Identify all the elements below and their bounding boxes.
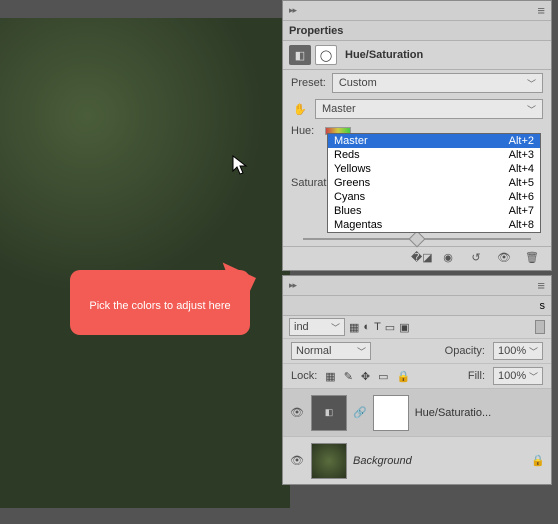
filter-kind-select[interactable]: ind ﹀ <box>289 318 345 336</box>
preset-label: Preset: <box>291 77 326 89</box>
filter-kind-value: ind <box>294 321 309 333</box>
layer-row[interactable]: 👁 Background 🔒 <box>283 436 551 484</box>
adjustment-icon[interactable]: ◧ <box>289 45 311 65</box>
blend-mode-select[interactable]: Normal ﹀ <box>291 342 371 360</box>
blend-row: Normal ﹀ Opacity: 100% ﹀ <box>283 338 551 363</box>
opacity-select[interactable]: 100% ﹀ <box>493 342 543 360</box>
opacity-label: Opacity: <box>445 345 485 357</box>
chevron-down-icon: ﹀ <box>529 345 538 358</box>
color-range-option[interactable]: YellowsAlt+4 <box>328 162 540 176</box>
layers-tab-label: s <box>540 300 546 312</box>
lock-label: Lock: <box>291 370 317 382</box>
adjustment-header: ◧ ◯ Hue/Saturation <box>283 41 551 70</box>
chevron-down-icon: ﹀ <box>331 321 340 334</box>
color-range-option[interactable]: GreensAlt+5 <box>328 176 540 190</box>
color-range-option[interactable]: MagentasAlt+8 <box>328 218 540 232</box>
hue-label: Hue: <box>291 125 319 137</box>
lock-row: Lock: ▦ ✎ ✥ ▭ 🔒 Fill: 100% ﹀ <box>283 363 551 388</box>
lock-artboard-icon[interactable]: ▭ <box>378 370 388 383</box>
fill-value: 100% <box>498 370 526 382</box>
scrubby-hand-icon[interactable]: ✋ <box>291 100 309 118</box>
slider-thumb-icon[interactable] <box>409 231 426 248</box>
collapse-icon[interactable]: ▸▸ <box>289 280 296 291</box>
properties-panel: ▸▸ ≡ Properties ◧ ◯ Hue/Saturation Prese… <box>282 0 552 271</box>
color-range-value: Master <box>322 103 356 115</box>
lock-all-icon[interactable]: 🔒 <box>397 370 411 383</box>
lock-paint-icon[interactable]: ✎ <box>344 370 353 383</box>
lock-position-icon[interactable]: ✥ <box>361 370 370 383</box>
panel-menu-icon[interactable]: ≡ <box>537 278 545 293</box>
adjustment-thumb-icon[interactable]: ◧ <box>311 395 347 431</box>
collapse-icon[interactable]: ▸▸ <box>289 5 296 16</box>
adjustment-name: Hue/Saturation <box>345 49 423 61</box>
chevron-down-icon: ﹀ <box>529 370 538 383</box>
layer-name[interactable]: Hue/Saturatio... <box>415 407 545 419</box>
filter-shape-icon[interactable]: ▭ <box>385 321 395 334</box>
color-range-dropdown: MasterAlt+2RedsAlt+3YellowsAlt+4GreensAl… <box>327 133 541 233</box>
filter-type-icon[interactable]: T <box>374 321 381 333</box>
view-previous-icon[interactable]: ◉ <box>439 251 457 264</box>
panel-footer: �◪ ◉ ↺ 👁 🗑 <box>283 246 551 270</box>
preset-select[interactable]: Custom ﹀ <box>332 73 543 93</box>
fill-label: Fill: <box>468 370 485 382</box>
link-icon[interactable]: 🔗 <box>353 406 367 419</box>
visibility-icon[interactable]: 👁 <box>289 406 305 419</box>
panel-menu-icon[interactable]: ≡ <box>537 3 545 18</box>
chevron-down-icon: ﹀ <box>357 345 366 358</box>
visibility-icon[interactable]: 👁 <box>289 454 305 467</box>
preset-row: Preset: Custom ﹀ <box>283 70 551 96</box>
mask-icon[interactable]: ◯ <box>315 45 337 65</box>
layers-titlebar: ▸▸ ≡ <box>283 276 551 296</box>
fill-select[interactable]: 100% ﹀ <box>493 367 543 385</box>
opacity-value: 100% <box>498 345 526 357</box>
color-range-select[interactable]: Master ﹀ <box>315 99 543 119</box>
chevron-down-icon: ﹀ <box>527 77 536 90</box>
blend-mode-value: Normal <box>296 345 331 357</box>
callout-text: Pick the colors to adjust here <box>89 300 230 312</box>
color-range-option[interactable]: RedsAlt+3 <box>328 148 540 162</box>
annotation-callout: Pick the colors to adjust here <box>70 270 250 335</box>
lock-icon[interactable]: 🔒 <box>531 454 545 467</box>
chevron-down-icon: ﹀ <box>527 103 536 116</box>
trash-icon[interactable]: 🗑 <box>523 251 541 264</box>
visibility-icon[interactable]: 👁 <box>495 251 513 264</box>
panel-titlebar: ▸▸ ≡ <box>283 1 551 21</box>
color-range-option[interactable]: BluesAlt+7 <box>328 204 540 218</box>
clip-to-layer-icon[interactable]: �◪ <box>411 251 429 264</box>
reset-icon[interactable]: ↺ <box>467 251 485 264</box>
layer-name[interactable]: Background <box>353 455 525 467</box>
color-range-row: ✋ Master ﹀ <box>283 96 551 122</box>
layers-tab[interactable]: s <box>283 296 551 316</box>
layers-panel: ▸▸ ≡ s ind ﹀ ▦ ◐ T ▭ ▣ Normal ﹀ <box>282 275 552 485</box>
filter-toggle[interactable] <box>535 320 545 334</box>
layer-filter-row: ind ﹀ ▦ ◐ T ▭ ▣ <box>283 316 551 338</box>
panel-tab[interactable]: Properties <box>283 21 551 41</box>
filter-adjust-icon[interactable]: ◐ <box>363 321 370 333</box>
filter-smart-icon[interactable]: ▣ <box>399 321 409 334</box>
preset-value: Custom <box>339 77 377 89</box>
mask-thumb-icon[interactable] <box>373 395 409 431</box>
lightness-slider[interactable] <box>303 238 531 240</box>
color-range-option[interactable]: MasterAlt+2 <box>328 134 540 148</box>
layer-row[interactable]: 👁 ◧ 🔗 Hue/Saturatio... <box>283 388 551 436</box>
layer-thumb-icon[interactable] <box>311 443 347 479</box>
color-range-option[interactable]: CyansAlt+6 <box>328 190 540 204</box>
lock-pixels-icon[interactable]: ▦ <box>325 370 335 383</box>
panel-title: Properties <box>289 25 343 37</box>
filter-pixel-icon[interactable]: ▦ <box>349 321 359 334</box>
